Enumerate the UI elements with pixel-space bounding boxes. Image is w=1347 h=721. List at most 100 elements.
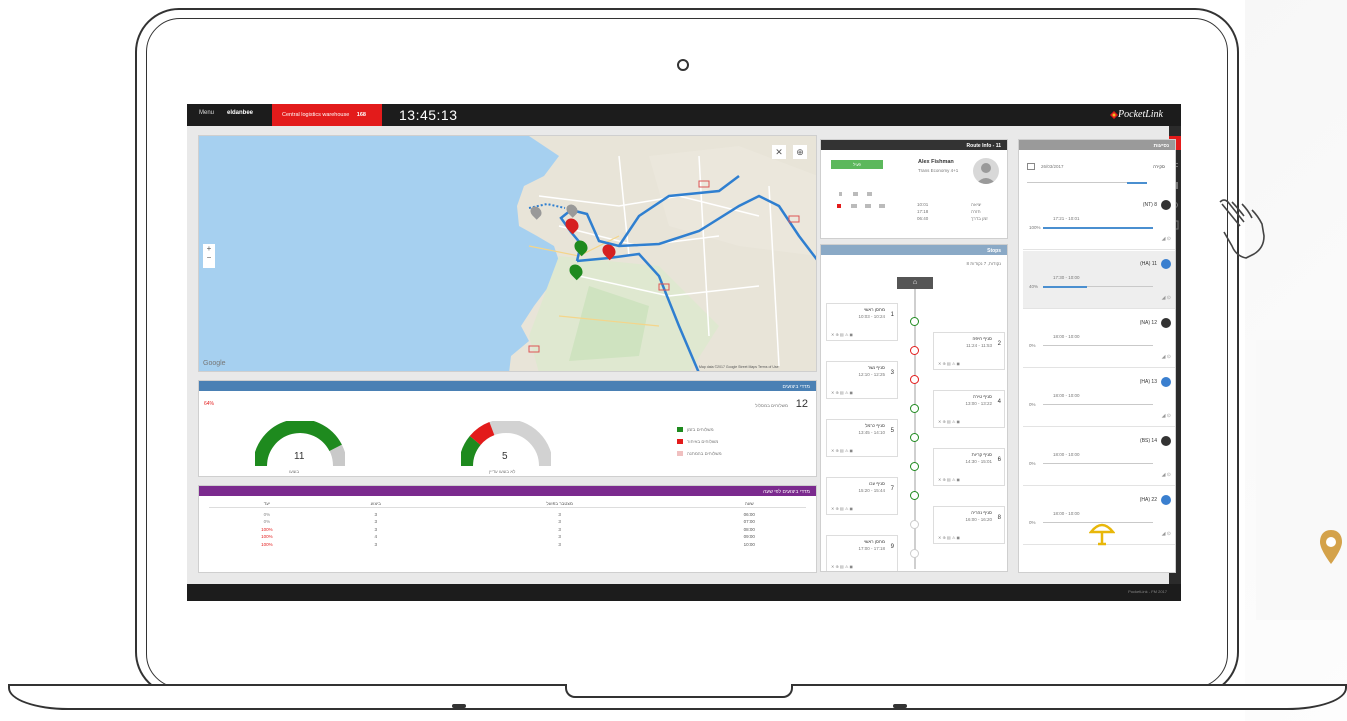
trip-item[interactable]: (NA) 12 18:00 - 10:00 0% ◢ ⊙ — [1023, 310, 1175, 368]
trip-item[interactable]: (NT) 8 17:21 - 10:01 100% ◢ ⊙ — [1023, 192, 1175, 250]
locate-button[interactable]: ⊕ — [793, 145, 807, 159]
stop-time: 14:30 - 15:01 — [965, 459, 992, 464]
stop-actions[interactable]: ✕ ⊕ ▤ ⚠ ◼ — [938, 535, 960, 540]
trip-actions[interactable]: ◢ ⊙ — [1162, 236, 1171, 242]
stop-name: מחסן ראשי — [863, 307, 885, 312]
stop-number: 1 — [890, 312, 894, 318]
timeline-dot — [910, 346, 919, 355]
stop-actions[interactable]: ✕ ⊕ ▤ ⚠ ◼ — [831, 390, 853, 395]
top-bar: Menu eldanbee Central logistics warehous… — [187, 104, 1181, 126]
stop-time: 17:00 - 17:18 — [858, 546, 885, 551]
trip-status-icon — [1161, 259, 1171, 269]
driver-name: Alex Fishman — [918, 159, 954, 165]
zoom-control: + − — [203, 244, 215, 268]
trip-actions[interactable]: ◢ ⊙ — [1162, 354, 1171, 360]
route-field-label: חזרה — [971, 209, 981, 214]
table-row: 100% 3 3 08:00 — [261, 526, 755, 532]
zoom-in-button[interactable]: + — [203, 244, 215, 253]
trips-date-label: סקירה — [1153, 164, 1165, 169]
calendar-icon[interactable] — [1027, 163, 1035, 170]
driver-subtitle: Trans Economy 4+1 — [918, 168, 959, 173]
trip-item[interactable]: (HA) 11 17:30 - 10:00 40% ◢ ⊙ — [1023, 251, 1175, 309]
trip-status-icon — [1161, 436, 1171, 446]
gauge-green — [255, 421, 345, 467]
legend-label: משלוחים באיחור — [687, 439, 719, 444]
stop-number: 2 — [997, 341, 1001, 347]
stop-name: סניף עכו — [869, 481, 885, 486]
app-screen: Menu eldanbee Central logistics warehous… — [187, 104, 1181, 601]
hourly-panel: מדדי ביצועים לפי שעה יעד ביצוע מצטבר בפו… — [198, 485, 817, 573]
alert-icon — [1089, 523, 1115, 546]
trip-actions[interactable]: ◢ ⊙ — [1162, 472, 1171, 478]
clock: 13:45:13 — [399, 107, 458, 123]
timeline-dot — [910, 520, 919, 529]
trip-progress-bar — [1043, 345, 1153, 346]
trip-item[interactable]: (HA) 13 18:00 - 10:00 0% ◢ ⊙ — [1023, 369, 1175, 427]
bottom-bar: PocketLink - FM 2017 — [187, 584, 1181, 601]
stop-time: 13:45 - 14:10 — [858, 430, 885, 435]
stop-number: 8 — [997, 515, 1001, 521]
timeline-dot — [910, 404, 919, 413]
stops-header: Stops — [821, 245, 1007, 255]
stop-actions[interactable]: ✕ ⊕ ▤ ⚠ ◼ — [938, 361, 960, 366]
trip-item[interactable]: (BS) 14 18:00 - 10:00 0% ◢ ⊙ — [1023, 428, 1175, 486]
stop-card[interactable]: סניף קריות 14:30 - 15:01 6 ✕ ⊕ ▤ ⚠ ◼ — [933, 448, 1005, 486]
stop-number: 3 — [890, 370, 894, 376]
stop-card[interactable]: סניף נהריה 16:00 - 16:20 8 ✕ ⊕ ▤ ⚠ ◼ — [933, 506, 1005, 544]
alert-banner[interactable]: Central logistics warehouse 168 — [272, 104, 382, 126]
stop-card[interactable]: סניף כרמל 13:45 - 14:10 5 ✕ ⊕ ▤ ⚠ ◼ — [826, 419, 898, 457]
fullscreen-button[interactable]: ✕ — [772, 145, 786, 159]
trip-progress-bar — [1043, 404, 1153, 405]
laptop-notch — [565, 684, 793, 698]
stop-card[interactable]: סניף חיפה 11:24 - 11:53 2 ✕ ⊕ ▤ ⚠ ◼ — [933, 332, 1005, 370]
stop-name: סניף כרמל — [865, 423, 885, 428]
stop-card[interactable]: סניף נשר 12:10 - 12:25 3 ✕ ⊕ ▤ ⚠ ◼ — [826, 361, 898, 399]
app-logo: PocketLink — [1118, 109, 1163, 120]
stop-card[interactable]: מחסן ראשי 10:03 - 10:24 1 ✕ ⊕ ▤ ⚠ ◼ — [826, 303, 898, 341]
trip-actions[interactable]: ◢ ⊙ — [1162, 413, 1171, 419]
trip-progress-bar — [1043, 463, 1153, 464]
stats-count-label: משלוחים במסלול — [755, 403, 788, 408]
route-field-value: 10:01 — [917, 202, 929, 207]
alert-text: Central logistics warehouse — [282, 112, 350, 118]
status-button[interactable]: פעיל — [831, 160, 883, 169]
footer-text: PocketLink - FM 2017 — [1128, 589, 1167, 594]
timeline-dot — [910, 491, 919, 500]
legend-swatch-green — [677, 427, 683, 432]
map-canvas[interactable] — [199, 136, 817, 372]
trip-percent: 0% — [1029, 343, 1036, 348]
route-info-header: Route Info - 11 — [821, 140, 1007, 150]
stop-actions[interactable]: ✕ ⊕ ▤ ⚠ ◼ — [938, 419, 960, 424]
hand-pointer-icon — [1219, 199, 1265, 259]
location-pin-icon — [1320, 530, 1342, 564]
legend-swatch-red — [677, 439, 683, 444]
trip-actions[interactable]: ◢ ⊙ — [1162, 295, 1171, 301]
trip-time: 17:30 - 10:00 — [1053, 275, 1080, 280]
table-row: 100% 4 3 09:00 — [261, 534, 755, 540]
stop-card[interactable]: מחסן ראשי 17:00 - 17:18 9 ✕ ⊕ ▤ ⚠ ◼ — [826, 535, 898, 571]
zoom-out-button[interactable]: − — [203, 253, 215, 262]
trips-date[interactable]: 26/03/2017 — [1041, 164, 1064, 169]
home-button[interactable]: ⌂ — [897, 277, 933, 289]
hourly-header: מדדי ביצועים לפי שעה — [199, 486, 816, 496]
menu-button[interactable]: Menu — [199, 110, 214, 116]
stop-actions[interactable]: ✕ ⊕ ▤ ⚠ ◼ — [938, 477, 960, 482]
stop-number: 7 — [890, 486, 894, 492]
trips-panel: נסיעות 26/03/2017 סקירה (NT) 8 17:21 - 10… — [1018, 139, 1176, 573]
trip-actions[interactable]: ◢ ⊙ — [1162, 531, 1171, 537]
table-row: 100% 3 3 10:00 — [261, 541, 755, 547]
avatar — [973, 158, 999, 184]
user-label[interactable]: eldanbee — [227, 110, 253, 116]
stop-card[interactable]: סניף עכו 15:20 - 15:44 7 ✕ ⊕ ▤ ⚠ ◼ — [826, 477, 898, 515]
map-panel[interactable]: ✕ ⊕ + − Google Map data ©2017 Google Str… — [198, 135, 817, 372]
trip-time: 18:00 - 10:00 — [1053, 393, 1080, 398]
stop-actions[interactable]: ✕ ⊕ ▤ ⚠ ◼ — [831, 506, 853, 511]
alert-badge: 168 — [356, 112, 366, 118]
stop-actions[interactable]: ✕ ⊕ ▤ ⚠ ◼ — [831, 448, 853, 453]
stop-actions[interactable]: ✕ ⊕ ▤ ⚠ ◼ — [831, 564, 853, 569]
timeline-dot — [910, 375, 919, 384]
map-attribution[interactable]: Map data ©2017 Google Street Maps Terms … — [699, 365, 779, 369]
stop-card[interactable]: סניף טירה 13:00 - 13:22 4 ✕ ⊕ ▤ ⚠ ◼ — [933, 390, 1005, 428]
timeline-dot — [910, 549, 919, 558]
stop-actions[interactable]: ✕ ⊕ ▤ ⚠ ◼ — [831, 332, 853, 337]
